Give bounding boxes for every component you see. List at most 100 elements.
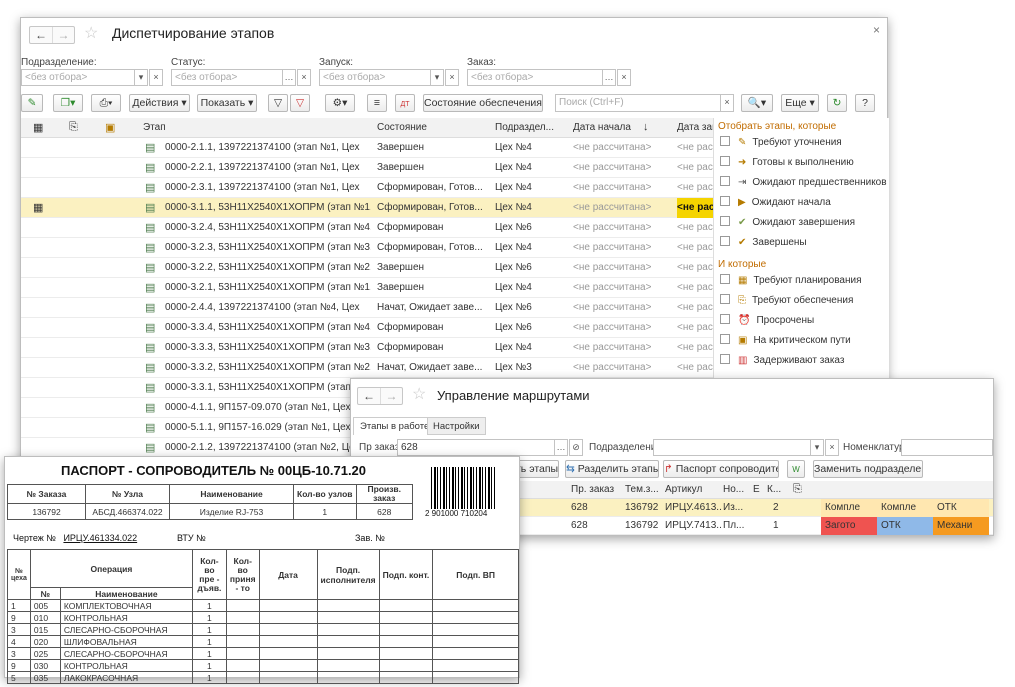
nomenclature-field[interactable]: [901, 439, 993, 456]
col-state[interactable]: Состояние: [377, 118, 427, 138]
search-input[interactable]: Поиск (Ctrl+F): [555, 94, 721, 112]
checkbox[interactable]: [720, 216, 730, 226]
split-stages-button[interactable]: ⇆ Разделить этапы: [565, 460, 659, 478]
checkbox[interactable]: [720, 236, 730, 246]
clear-icon[interactable]: ×: [149, 69, 163, 86]
checkbox[interactable]: [720, 334, 730, 344]
replace-dept-button[interactable]: Заменить подразделение: [813, 460, 923, 478]
checkbox[interactable]: [720, 176, 730, 186]
close-icon[interactable]: ×: [873, 23, 880, 37]
table-row[interactable]: ▤ 0000-3.3.4, 53Н11Х2540Х1ХОПРМ (этап №4.…: [21, 318, 713, 338]
col-start[interactable]: Дата начала: [573, 118, 631, 138]
checkbox[interactable]: [720, 314, 730, 324]
show-button[interactable]: Показать ▾: [197, 94, 257, 112]
table-row[interactable]: ▤ 0000-3.3.2, 53Н11Х2540Х1ХОПРМ (этап №2.…: [21, 358, 713, 378]
filter-dept-field[interactable]: <без отбора>: [21, 69, 135, 86]
dept-field[interactable]: [653, 439, 811, 456]
col-end[interactable]: Дата заве: [677, 118, 713, 138]
table-row[interactable]: ▤ 0000-3.2.1, 53Н11Х2540Х1ХОПРМ (этап №1.…: [21, 278, 713, 298]
refresh-button[interactable]: ↻: [827, 94, 847, 112]
panel-filter-option[interactable]: ▣ На критическом пути: [720, 334, 851, 346]
checkbox[interactable]: [720, 294, 730, 304]
clear-icon[interactable]: ×: [617, 69, 631, 86]
critical-icon[interactable]: ▣: [105, 121, 115, 134]
back-icon[interactable]: ←: [358, 388, 380, 404]
calendar-icon[interactable]: ▦: [33, 121, 43, 134]
forward-icon[interactable]: →: [380, 388, 402, 404]
actions-button[interactable]: Действия ▾: [129, 94, 190, 112]
col-temp[interactable]: Тем.з...: [625, 481, 659, 499]
order-field[interactable]: 628: [397, 439, 555, 456]
checkbox[interactable]: [720, 136, 730, 146]
settings-button[interactable]: ⚙▾: [325, 94, 355, 112]
table-row[interactable]: ▤ 0000-2.3.1, 1397221374100 (этап №1, Цех…: [21, 178, 713, 198]
nav-buttons[interactable]: ← →: [357, 387, 403, 405]
panel-filter-option[interactable]: ✎ Требуют уточнения: [720, 136, 842, 148]
table-row[interactable]: ▤ 0000-3.2.2, 53Н11Х2540Х1ХОПРМ (этап №2.…: [21, 258, 713, 278]
table-row[interactable]: ▤ 0000-3.3.3, 53Н11Х2540Х1ХОПРМ (этап №3.…: [21, 338, 713, 358]
copy-button[interactable]: ❐▾: [53, 94, 83, 112]
table-row[interactable]: 628 136792 ИРЦУ.7413... Пл... 1 Загото ОТК Меха…: [515, 517, 993, 535]
edit-button[interactable]: ✎: [21, 94, 43, 112]
clear-icon[interactable]: ×: [720, 94, 734, 112]
clear-icon[interactable]: ×: [825, 439, 839, 456]
panel-filter-option[interactable]: ⇥ Ожидают предшественников: [720, 176, 887, 188]
filter-button[interactable]: ▽: [268, 94, 288, 112]
checkbox[interactable]: [720, 274, 730, 284]
filter-status-field[interactable]: <без отбора>: [171, 69, 283, 86]
choose-icon[interactable]: …: [554, 439, 568, 456]
supply-status-button[interactable]: Состояние обеспечения: [423, 94, 543, 112]
col-article[interactable]: Артикул: [665, 481, 702, 499]
table-row[interactable]: ▤ 0000-2.1.1, 1397221374100 (этап №1, Цех…: [21, 138, 713, 158]
help-button[interactable]: ?: [855, 94, 875, 112]
table-row[interactable]: ▦ ▤ 0000-3.1.1, 53Н11Х2540Х1ХОПРМ (этап №1…: [21, 198, 713, 218]
col-stage[interactable]: Этап: [143, 118, 166, 138]
col-order[interactable]: Пр. заказ: [571, 481, 614, 499]
panel-filter-option[interactable]: ➜ Готовы к выполнению: [720, 156, 854, 168]
tab-in-work[interactable]: Этапы в работе: [353, 417, 437, 435]
col-dept[interactable]: Подраздел...: [495, 118, 554, 138]
tab-settings[interactable]: Настройки: [427, 417, 486, 435]
dtkt-button[interactable]: ДТ: [395, 94, 415, 112]
table-row[interactable]: 628 136792 ИРЦУ.4613... Из... 2 Компле Компле О…: [515, 499, 993, 517]
back-icon[interactable]: ←: [30, 27, 52, 43]
clear-filter-button[interactable]: ▽: [290, 94, 310, 112]
favorite-star-icon[interactable]: ☆: [84, 23, 98, 43]
nav-buttons[interactable]: ← →: [29, 26, 75, 44]
excel-button[interactable]: W: [787, 460, 805, 478]
table-row[interactable]: ▤ 0000-3.2.4, 53Н11Х2540Х1ХОПРМ (этап №4.…: [21, 218, 713, 238]
panel-filter-option[interactable]: ✔ Ожидают завершения: [720, 216, 855, 228]
panel-filter-option[interactable]: ▶ Ожидают начала: [720, 196, 831, 208]
dropdown-icon[interactable]: ▾: [134, 69, 148, 86]
clear-icon[interactable]: ×: [297, 69, 311, 86]
stages-button[interactable]: ть этапы: [515, 460, 559, 478]
filter-order-field[interactable]: <без отбора>: [467, 69, 603, 86]
table-row[interactable]: ▤ 0000-2.4.4, 1397221374100 (этап №4, Цех…: [21, 298, 713, 318]
search-button[interactable]: 🔍▾: [741, 94, 773, 112]
link-icon[interactable]: ⊘: [569, 439, 583, 456]
checkbox[interactable]: [720, 354, 730, 364]
panel-filter-option[interactable]: ⏰ Просрочены: [720, 314, 814, 326]
dropdown-icon[interactable]: ▾: [810, 439, 824, 456]
table-row[interactable]: ▤ 0000-3.2.3, 53Н11Х2540Х1ХОПРМ (этап №3.…: [21, 238, 713, 258]
forward-icon[interactable]: →: [52, 27, 74, 43]
panel-filter-option[interactable]: ⎘ Требуют обеспечения: [720, 294, 853, 306]
more-button[interactable]: Еще ▾: [781, 94, 819, 112]
report-button[interactable]: ≡: [367, 94, 387, 112]
panel-filter-option[interactable]: ▥ Задерживают заказ: [720, 354, 844, 366]
checkbox[interactable]: [720, 196, 730, 206]
choose-icon[interactable]: …: [602, 69, 616, 86]
panel-filter-option[interactable]: ✔ Завершены: [720, 236, 807, 248]
checkbox[interactable]: [720, 156, 730, 166]
favorite-star-icon[interactable]: ☆: [412, 384, 426, 404]
table-row[interactable]: ▤ 0000-2.2.1, 1397221374100 (этап №1, Цех…: [21, 158, 713, 178]
clear-icon[interactable]: ×: [445, 69, 459, 86]
col-no[interactable]: Но...: [723, 481, 744, 499]
print-button[interactable]: ⎙▾: [91, 94, 121, 112]
choose-icon[interactable]: …: [282, 69, 296, 86]
filter-launch-field[interactable]: <без отбора>: [319, 69, 431, 86]
col-k[interactable]: К...: [767, 481, 781, 499]
col-e[interactable]: Е: [753, 481, 760, 499]
passport-button[interactable]: ↱ Паспорт сопроводитель: [663, 460, 779, 478]
panel-filter-option[interactable]: ▦ Требуют планирования: [720, 274, 862, 286]
